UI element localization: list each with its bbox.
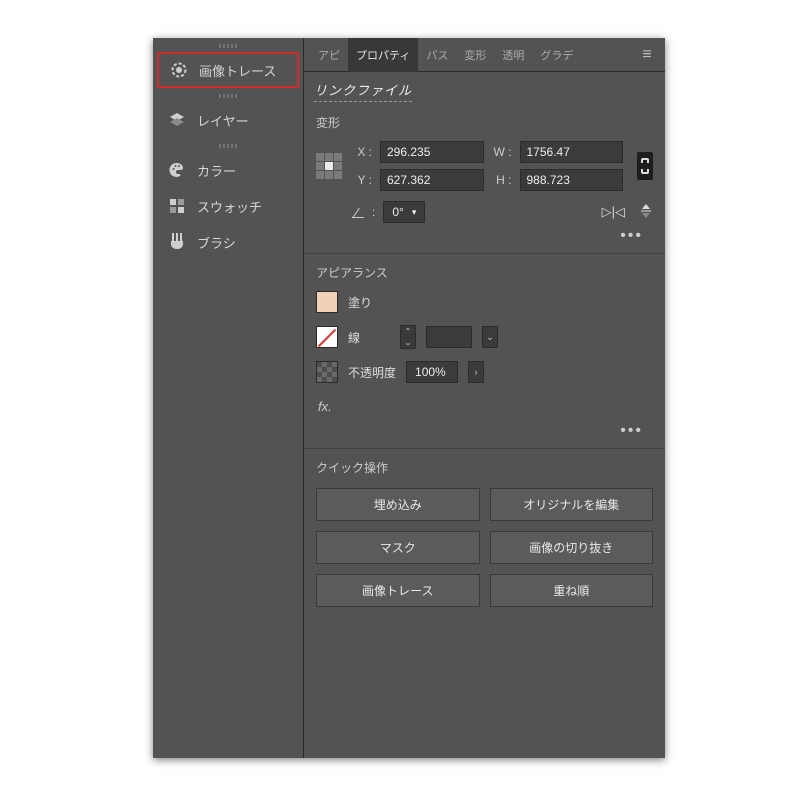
y-input[interactable]: 627.362 [380, 169, 484, 191]
opacity-input[interactable]: 100% [406, 361, 458, 383]
quick-actions-section: クイック操作 埋め込み オリジナルを編集 マスク 画像の切り抜き 画像トレース … [304, 449, 665, 615]
sidebar-item-label: スウォッチ [197, 197, 262, 216]
image-trace-icon [169, 60, 189, 80]
sidebar-item-swatches[interactable]: スウォッチ [153, 188, 303, 224]
properties-panel: アピ プロパティ パス 変形 透明 グラデ ≡ リンクファイル 変形 X : [304, 38, 665, 758]
x-label: X : [352, 145, 372, 159]
chevron-down-icon[interactable]: ⌄ [401, 337, 415, 348]
sidebar-item-label: カラー [197, 161, 236, 180]
tab-appearance-short[interactable]: アピ [310, 38, 348, 72]
panel-grip-icon[interactable] [208, 44, 248, 48]
tab-pathfinder-short[interactable]: パス [418, 38, 456, 72]
tab-transform[interactable]: 変形 [456, 38, 494, 72]
stroke-weight-input[interactable] [426, 326, 472, 348]
flip-horizontal-icon[interactable]: ▷|◁ [602, 204, 625, 221]
stroke-weight-dropdown[interactable]: ⌄ [482, 326, 498, 348]
stroke-label: 線 [348, 329, 360, 346]
arrange-button[interactable]: 重ね順 [490, 574, 654, 607]
more-options-icon[interactable]: ••• [316, 223, 653, 245]
brushes-icon [167, 232, 187, 252]
fx-button[interactable]: fx. [316, 395, 653, 418]
fill-label: 塗り [348, 294, 372, 311]
crop-image-button[interactable]: 画像の切り抜き [490, 531, 654, 564]
y-label: Y : [352, 173, 372, 187]
angle-icon [352, 206, 364, 218]
quick-actions-heading: クイック操作 [316, 459, 653, 476]
transform-section: 変形 X : 296.235 W : 1756.47 Y : 627.362 H… [304, 104, 665, 254]
linked-file-label[interactable]: リンクファイル [314, 80, 412, 102]
reference-point-selector[interactable] [316, 153, 342, 179]
appearance-section: アピアランス 塗り 線 ⌃⌄ ⌄ 不透明度 100% › fx. ••• [304, 254, 665, 449]
image-trace-button[interactable]: 画像トレース [316, 574, 480, 607]
sidebar-item-image-trace[interactable]: 画像トレース [157, 52, 299, 88]
panel-menu-icon[interactable]: ≡ [635, 46, 659, 64]
sidebar-item-brushes[interactable]: ブラシ [153, 224, 303, 260]
embed-button[interactable]: 埋め込み [316, 488, 480, 521]
w-label: W : [492, 145, 512, 159]
sidebar-item-label: ブラシ [197, 233, 236, 252]
sidebar-item-label: 画像トレース [199, 61, 276, 80]
palette-icon [167, 160, 187, 180]
transform-heading: 変形 [316, 114, 653, 131]
opacity-label: 不透明度 [348, 364, 396, 381]
sidebar-item-color[interactable]: カラー [153, 152, 303, 188]
tab-gradient-short[interactable]: グラデ [532, 38, 581, 72]
flip-vertical-icon[interactable] [639, 204, 653, 221]
stroke-weight-stepper[interactable]: ⌃⌄ [400, 325, 416, 349]
constrain-proportions-icon[interactable] [637, 152, 653, 180]
panel-grip-icon[interactable] [208, 144, 248, 148]
w-input[interactable]: 1756.47 [520, 141, 624, 163]
tab-properties[interactable]: プロパティ [348, 38, 418, 72]
fill-swatch[interactable] [316, 291, 338, 313]
appearance-heading: アピアランス [316, 264, 653, 281]
sidebar-item-layers[interactable]: レイヤー [153, 102, 303, 138]
sidebar-item-label: レイヤー [197, 111, 249, 130]
x-input[interactable]: 296.235 [380, 141, 484, 163]
rotation-value: 0° [392, 205, 403, 219]
swatches-icon [167, 196, 187, 216]
chevron-down-icon: ▾ [412, 207, 417, 218]
tab-bar: アピ プロパティ パス 変形 透明 グラデ ≡ [304, 38, 665, 72]
angle-colon: : [372, 205, 375, 219]
edit-original-button[interactable]: オリジナルを編集 [490, 488, 654, 521]
panel-grip-icon[interactable] [208, 94, 248, 98]
chevron-up-icon[interactable]: ⌃ [401, 326, 415, 337]
panel-frame: 画像トレース レイヤー カラー スウォッチ ブラシ [153, 38, 665, 758]
opacity-popup-button[interactable]: › [468, 361, 484, 383]
sidebar: 画像トレース レイヤー カラー スウォッチ ブラシ [153, 38, 304, 758]
tab-transparency[interactable]: 透明 [494, 38, 532, 72]
selection-type-row: リンクファイル [304, 72, 665, 104]
h-input[interactable]: 988.723 [520, 169, 624, 191]
layers-icon [167, 110, 187, 130]
h-label: H : [492, 173, 512, 187]
mask-button[interactable]: マスク [316, 531, 480, 564]
rotation-input[interactable]: 0° ▾ [383, 201, 425, 223]
opacity-swatch-icon [316, 361, 338, 383]
more-options-icon[interactable]: ••• [316, 418, 653, 440]
stroke-swatch[interactable] [316, 326, 338, 348]
